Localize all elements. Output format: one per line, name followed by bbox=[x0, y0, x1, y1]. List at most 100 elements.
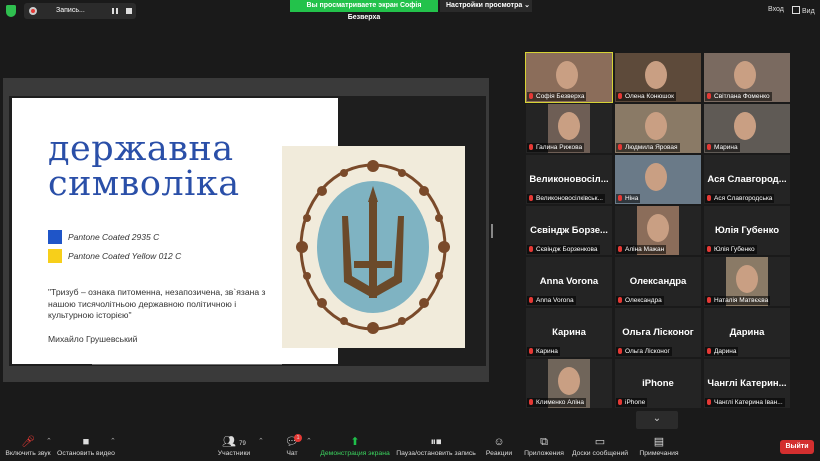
participant-label: Ася Славгородська bbox=[705, 194, 775, 203]
security-shield-icon[interactable] bbox=[6, 5, 16, 17]
participant-face bbox=[734, 112, 756, 140]
resize-handle[interactable] bbox=[491, 224, 493, 238]
color-swatch-blue bbox=[48, 230, 62, 244]
chevron-up-icon[interactable]: ⌃ bbox=[258, 437, 264, 445]
participant-label: Дарина bbox=[705, 347, 739, 356]
participant-label: Марина bbox=[705, 143, 740, 152]
whiteboards-button[interactable]: ▭ Доски сообщений bbox=[570, 432, 630, 461]
participant-tile[interactable]: Сєвіндж Борзе... Сєвіндж Борзенкова bbox=[526, 206, 612, 255]
participant-name: Карина bbox=[552, 327, 586, 338]
pause-recording-icon[interactable] bbox=[112, 8, 118, 14]
participant-label: Людмила Яровая bbox=[616, 143, 680, 152]
whiteboards-label: Доски сообщений bbox=[571, 450, 629, 457]
participant-tile[interactable]: Олександра Олександра bbox=[615, 257, 701, 306]
reactions-label: Реакции bbox=[485, 450, 513, 457]
divider bbox=[92, 364, 282, 365]
participant-tile[interactable]: Світлана Фоменко bbox=[704, 53, 790, 102]
enter-button[interactable]: Вход bbox=[768, 6, 784, 13]
swatch-label-blue: Pantone Coated 2935 C bbox=[68, 232, 160, 242]
leave-button[interactable]: Выйти bbox=[780, 440, 814, 454]
participant-face bbox=[645, 112, 667, 140]
participant-label: Anna Vorona bbox=[527, 296, 576, 305]
share-screen-icon: ⬆ bbox=[350, 436, 360, 448]
participant-name: Сєвіндж Борзе... bbox=[530, 225, 608, 236]
participant-face bbox=[645, 61, 667, 89]
participant-label: Юлія Губенко bbox=[705, 245, 757, 254]
reactions-button[interactable]: ☺ Реакции bbox=[482, 432, 516, 461]
apps-button[interactable]: ⧉ Приложения bbox=[522, 432, 566, 461]
mute-button[interactable]: 🎤︎ Включить звук ⌃ bbox=[0, 432, 56, 461]
participant-tile[interactable]: Людмила Яровая bbox=[615, 104, 701, 153]
participants-count: 79 bbox=[239, 441, 246, 447]
participant-tile[interactable]: Ася Славгород... Ася Славгородська bbox=[704, 155, 790, 204]
apps-label: Приложения bbox=[524, 450, 564, 457]
trident-emblem-image bbox=[282, 146, 465, 348]
recording-label: Запись... bbox=[56, 7, 85, 14]
participant-tile[interactable]: Юлія Губенко Юлія Губенко bbox=[704, 206, 790, 255]
participant-tile[interactable]: Дарина Дарина bbox=[704, 308, 790, 357]
participant-tile[interactable]: Ніна bbox=[615, 155, 701, 204]
meeting-toolbar: 🎤︎ Включить звук ⌃ ■ Остановить видео ⌃ … bbox=[0, 432, 820, 461]
participant-tile[interactable]: Карина Карина bbox=[526, 308, 612, 357]
participant-tile[interactable]: Ольга Лісконог Ольга Лісконог bbox=[615, 308, 701, 357]
participant-tile[interactable]: iPhone iPhone bbox=[615, 359, 701, 408]
participant-name: Юлія Губенко bbox=[714, 225, 780, 236]
share-label: Демонстрация экрана bbox=[320, 450, 390, 457]
participant-label: Клименко Аліна bbox=[527, 398, 586, 407]
apps-icon: ⧉ bbox=[540, 436, 548, 448]
participant-name: Олександра bbox=[629, 276, 687, 287]
pause-stop-icon: ⏸⏹ bbox=[430, 436, 442, 448]
video-camera-icon: ■ bbox=[82, 436, 90, 448]
participant-tile[interactable]: Олена Конюшок bbox=[615, 53, 701, 102]
participant-label: Світлана Фоменко bbox=[705, 92, 772, 101]
color-swatch-yellow bbox=[48, 249, 62, 263]
pause-stop-recording-button[interactable]: ⏸⏹ Пауза/остановить запись bbox=[394, 432, 478, 461]
participant-tile[interactable]: Клименко Аліна bbox=[526, 359, 612, 408]
record-icon bbox=[29, 7, 37, 15]
notes-label: Примечания bbox=[639, 450, 679, 457]
participant-tile[interactable]: Наталія Матвєєва bbox=[704, 257, 790, 306]
slide-title-line1: державна bbox=[48, 129, 234, 169]
participant-name: Anna Vorona bbox=[539, 276, 599, 287]
notes-button[interactable]: ▤ Примечания bbox=[636, 432, 682, 461]
participant-face bbox=[645, 163, 667, 191]
participants-button[interactable]: 👥︎ 79 Участники ⌃ bbox=[210, 432, 264, 461]
participant-tile[interactable]: Софія Безверха bbox=[525, 52, 613, 103]
slide-title: державна символіка bbox=[48, 132, 240, 202]
participant-face bbox=[556, 61, 578, 89]
participant-tile[interactable]: Аліна Мажан bbox=[615, 206, 701, 255]
slide-title-line2: символіка bbox=[48, 164, 240, 204]
participant-label: Карина bbox=[527, 347, 560, 356]
stop-recording-icon[interactable] bbox=[126, 8, 132, 14]
notes-icon: ▤ bbox=[653, 436, 665, 448]
participant-name: Ася Славгород... bbox=[707, 174, 787, 185]
video-button[interactable]: ■ Остановить видео ⌃ bbox=[56, 432, 116, 461]
participant-tile[interactable]: Галина Рижова bbox=[526, 104, 612, 153]
participant-name: iPhone bbox=[642, 378, 674, 389]
participant-label: Аліна Мажан bbox=[616, 245, 667, 254]
participant-label: iPhone bbox=[616, 398, 648, 407]
video-label: Остановить видео bbox=[57, 450, 115, 457]
view-button[interactable]: Вид bbox=[792, 6, 815, 15]
participants-icon: 👥︎ 79 bbox=[222, 436, 246, 448]
participant-tile[interactable]: Великоновосіл... Великоновосілківськ... bbox=[526, 155, 612, 204]
participant-face bbox=[647, 214, 669, 242]
chevron-up-icon[interactable]: ⌃ bbox=[46, 437, 52, 445]
whiteboard-icon: ▭ bbox=[594, 436, 606, 448]
chevron-up-icon[interactable]: ⌃ bbox=[306, 437, 312, 445]
participant-label: Ольга Лісконог bbox=[616, 347, 672, 356]
participant-label: Великоновосілківськ... bbox=[527, 194, 605, 203]
chat-button[interactable]: 💬︎ Чат 1 ⌃ bbox=[280, 432, 312, 461]
participant-face bbox=[558, 367, 580, 395]
top-bar: Запись... Вы просматриваете экран Софія … bbox=[0, 0, 820, 22]
chevron-up-icon[interactable]: ⌃ bbox=[110, 437, 116, 445]
gallery-scroll-down-button[interactable]: ⌄ bbox=[636, 411, 678, 429]
participant-tile[interactable]: Марина bbox=[704, 104, 790, 153]
participant-tile[interactable]: Anna Vorona Anna Vorona bbox=[526, 257, 612, 306]
participant-label: Наталія Матвєєва bbox=[705, 296, 771, 305]
mute-label: Включить звук bbox=[5, 450, 51, 457]
share-screen-button[interactable]: ⬆ Демонстрация экрана bbox=[318, 432, 392, 461]
view-options-button[interactable]: Настройки просмотра ⌄ bbox=[440, 0, 532, 12]
participant-face bbox=[734, 61, 756, 89]
participant-tile[interactable]: Чанглі Катерин... Чанглі Катерина Іван... bbox=[704, 359, 790, 408]
